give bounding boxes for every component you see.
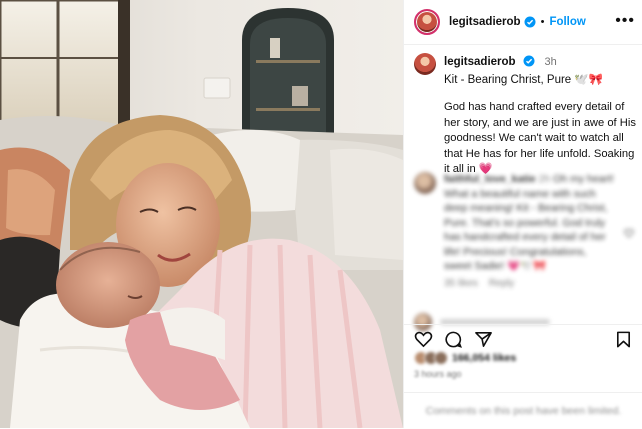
caption-title: Kit - Bearing Christ, Pure 🕊️🎀 [444,74,604,86]
comments-limited-footer: Comments on this post have been limited. [404,392,642,429]
comment-text: Oh my heart! What a beautiful name with … [444,173,614,272]
comment-item: faithful_love_katie 2h Oh my heart! What… [414,172,636,331]
comment-like-icon[interactable] [624,228,634,238]
comment-time: 2h [538,173,551,185]
verified-badge-icon [523,55,535,67]
liker-avatar [434,351,448,365]
follow-button[interactable]: Follow [549,16,585,28]
photo-illustration [0,0,403,428]
heart-icon[interactable] [414,330,433,349]
likes-count[interactable]: 166,054 likes [452,352,516,364]
post-timestamp: 3 hours ago [414,369,462,379]
likes-summary[interactable]: 166,054 likes [414,351,516,365]
share-icon[interactable] [474,330,493,349]
commenter-avatar[interactable] [414,172,436,194]
caption-username[interactable]: legitsadierob [444,56,516,68]
verified-badge-icon [524,16,536,28]
commenter-username[interactable]: faithful_love_katie [444,173,536,185]
comment-reply[interactable]: Reply [489,278,515,289]
author-avatar[interactable] [414,9,440,35]
comments-limited-text: Comments on this post have been limited. [425,405,622,417]
separator-dot: • [540,16,545,28]
post-header: legitsadierob • Follow ••• [404,0,642,45]
more-options-icon[interactable]: ••• [615,13,635,29]
post-photo[interactable] [0,0,403,428]
author-username[interactable]: legitsadierob [449,16,521,28]
comment-likes[interactable]: 35 likes [444,278,478,289]
caption: legitsadierob 3h Kit - Bearing Christ, P… [414,52,636,178]
caption-body: God has hand crafted every detail of her… [444,101,636,176]
comment-icon[interactable] [444,330,463,349]
caption-avatar[interactable] [414,53,436,75]
post-side-panel: legitsadierob • Follow ••• legitsadierob… [403,0,642,428]
bookmark-icon[interactable] [614,330,633,349]
caption-time: 3h [544,56,557,68]
